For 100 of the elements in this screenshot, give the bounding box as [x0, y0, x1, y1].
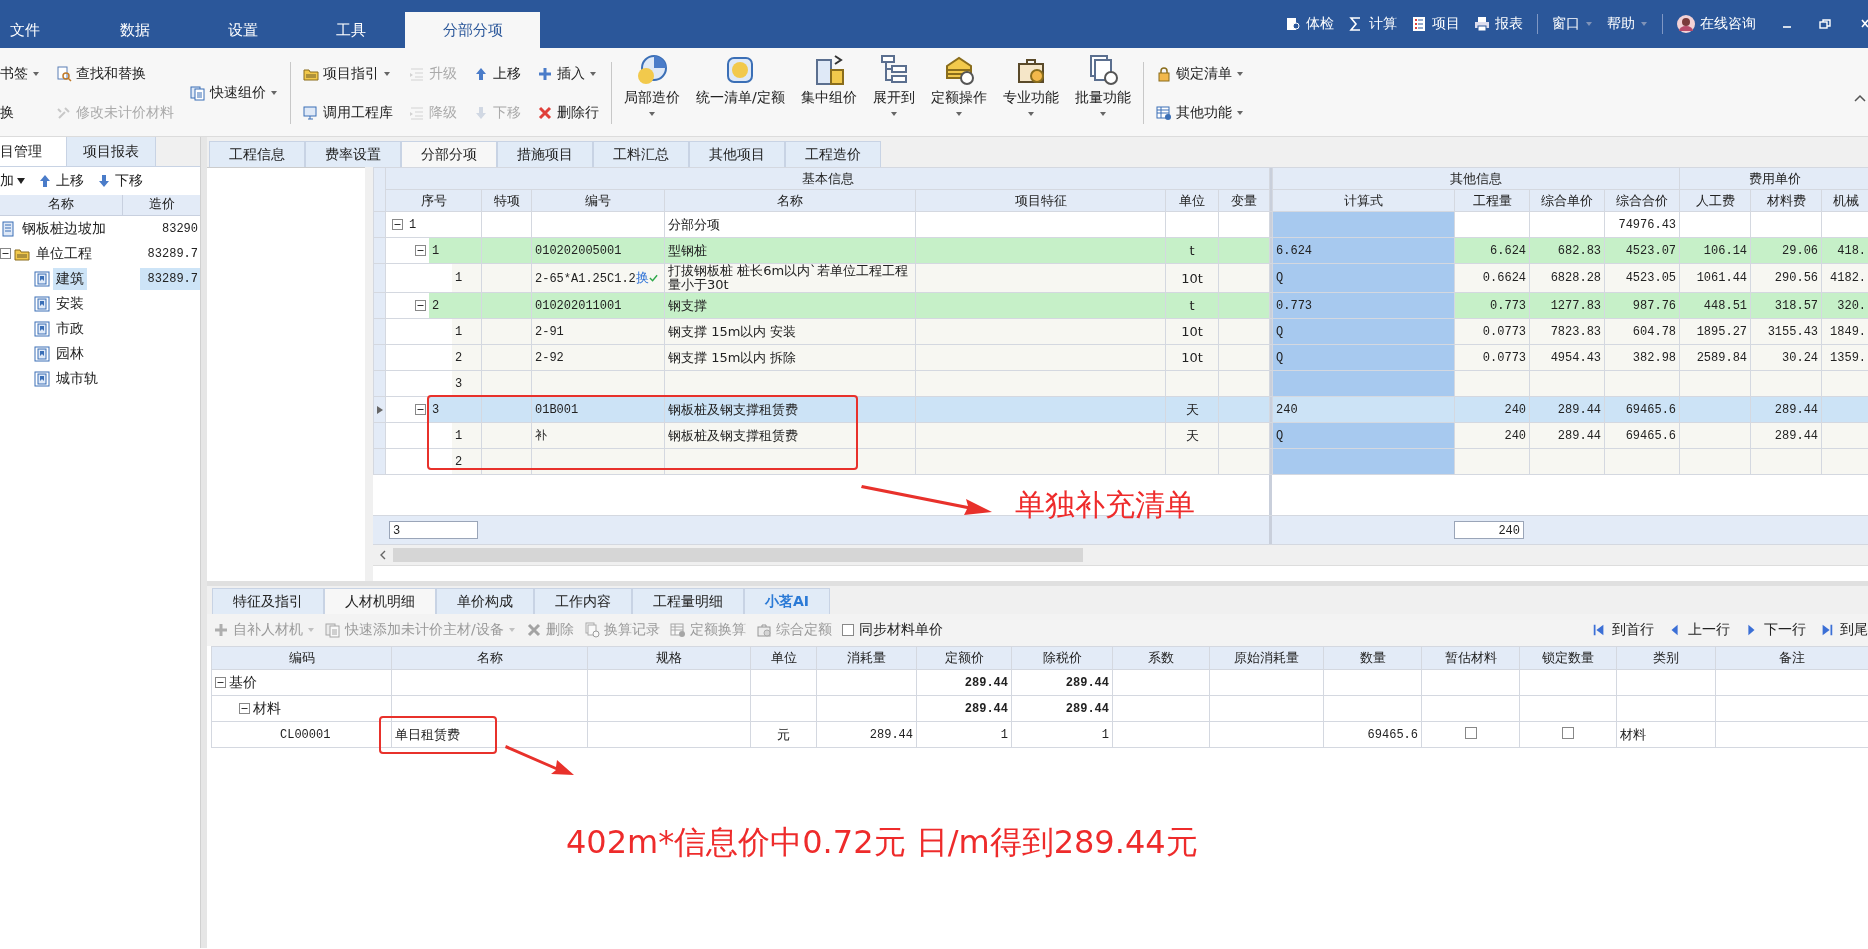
- page-tab[interactable]: 工料汇总: [593, 141, 689, 167]
- ribbon-button[interactable]: 项目指引: [303, 59, 393, 88]
- table-row[interactable]: 3: [373, 370, 1868, 397]
- ribbon-button[interactable]: 锁定清单: [1155, 59, 1244, 88]
- nav-button[interactable]: 下一行: [1744, 621, 1806, 639]
- column-header: 项目特征: [915, 189, 1166, 212]
- toolbar-button[interactable]: 窗口: [1552, 15, 1593, 33]
- table-cell: 1277.83: [1529, 292, 1605, 319]
- ribbon-button[interactable]: 展开到: [864, 54, 923, 132]
- document-icon: [34, 345, 50, 362]
- panel-tab[interactable]: 工程量明细: [632, 588, 744, 614]
- tree-item[interactable]: 市政: [53, 317, 87, 340]
- toolbar-button[interactable]: 报表: [1474, 15, 1523, 33]
- nav-button[interactable]: 到尾: [1820, 621, 1868, 639]
- column-header: 锁定数量: [1519, 646, 1617, 670]
- ribbon-button[interactable]: 换: [0, 98, 40, 127]
- ribbon-button[interactable]: 集中组价: [792, 54, 865, 132]
- checkbox[interactable]: [1464, 727, 1477, 739]
- tree-item[interactable]: 建筑: [53, 267, 87, 290]
- minus-box-icon[interactable]: [415, 404, 426, 415]
- ribbon-button[interactable]: 上移: [473, 59, 521, 88]
- nav-button[interactable]: 到首行: [1592, 621, 1654, 639]
- chevron-up-icon[interactable]: [1854, 94, 1866, 102]
- toolbar-button[interactable]: 体检: [1285, 15, 1334, 33]
- row-number: 1: [429, 238, 481, 263]
- toolbar-button[interactable]: 在线咨询: [1677, 15, 1756, 33]
- minus-box-icon[interactable]: [239, 703, 250, 714]
- menu-tab[interactable]: 分部分项: [405, 12, 540, 48]
- table-row[interactable]: 1 2-91 钢支撑 15m以内 安装 10t Q 0.0773 7823.83 604.78 1895.27 3155.43 1849.: [373, 318, 1868, 345]
- page-tab[interactable]: 费率设置: [305, 141, 401, 167]
- minus-box-icon[interactable]: [0, 248, 11, 259]
- tree-item[interactable]: 园林: [53, 342, 87, 365]
- ribbon-button[interactable]: 查找和替换: [56, 59, 174, 88]
- table-row[interactable]: 1 补 钢板桩及钢支撑租赁费 天 Q 240 289.44 69465.6 289.44: [373, 422, 1868, 449]
- column-header: 定额价: [916, 646, 1012, 670]
- ribbon-button[interactable]: 插入: [537, 59, 599, 88]
- column-header: 系数: [1112, 646, 1210, 670]
- menu-tab[interactable]: 文件: [0, 12, 81, 48]
- ribbon-button[interactable]: 调用工程库: [303, 98, 393, 127]
- toolbar-button[interactable]: 上移: [37, 172, 84, 190]
- ribbon-button[interactable]: 书签: [0, 59, 40, 88]
- ribbon-button[interactable]: 批量功能: [1066, 54, 1139, 132]
- panel-tab[interactable]: 人材机明细: [324, 588, 436, 614]
- table-row[interactable]: 3 01B001 钢板桩及钢支撑租赁费 天 240 240 289.44 69465.6 289.44: [373, 396, 1868, 423]
- toolbar-button[interactable]: 帮助: [1607, 15, 1648, 33]
- table-row[interactable]: 2 2-92 钢支撑 15m以内 拆除 10t Q 0.0773 4954.43 382.98 2589.84 30.24 1359.: [373, 344, 1868, 371]
- column-header: 类别: [1616, 646, 1716, 670]
- delete-icon: [525, 622, 542, 638]
- restore-icon[interactable]: [1818, 17, 1832, 31]
- checkbox[interactable]: [1562, 727, 1574, 739]
- minus-box-icon[interactable]: [215, 677, 226, 688]
- table-row[interactable]: 1 010202005001 型钢桩 t 6.624 6.624 682.83 4523.07 106.14 29.06 418.: [373, 237, 1868, 264]
- ribbon-button[interactable]: 快速组价: [190, 79, 278, 107]
- ribbon-button[interactable]: 定额操作: [922, 54, 995, 132]
- panel-tab[interactable]: 特征及指引: [212, 588, 324, 614]
- conversion-label: 换: [635, 270, 649, 285]
- table-row[interactable]: 1 2-65*A1.25C1.2换 打拔钢板桩 桩长6m以内`若单位工程工程量小于30t 10t Q 0.6624 6828.28 4523.05 1061.44 290.56 4182.: [373, 263, 1868, 293]
- page-tab[interactable]: 其他项目: [689, 141, 785, 167]
- menu-tab[interactable]: 数据: [81, 12, 189, 48]
- checkbox[interactable]: [841, 624, 854, 636]
- menu-tab[interactable]: 设置: [189, 12, 297, 48]
- toolbar-button[interactable]: 项目: [1411, 15, 1460, 33]
- table-cell: 打拔钢板桩 桩长6m以内`若单位工程工程量小于30t: [664, 263, 916, 293]
- arrow-left-icon[interactable]: [379, 550, 387, 560]
- toolbar-button[interactable]: 下移: [96, 172, 143, 190]
- input-field[interactable]: 3: [389, 521, 478, 539]
- scrollbar[interactable]: [373, 545, 1868, 566]
- nav-button[interactable]: 上一行: [1668, 621, 1730, 639]
- indent-icon: [409, 104, 425, 121]
- minus-box-icon[interactable]: [392, 219, 403, 230]
- ribbon-button[interactable]: 专业功能: [994, 54, 1067, 132]
- tree-item[interactable]: 安装: [53, 292, 87, 315]
- ribbon-button[interactable]: 统一清单/定额: [688, 54, 793, 132]
- ribbon-button[interactable]: 局部造价: [616, 54, 688, 132]
- page-tab[interactable]: 工程信息: [209, 141, 305, 167]
- toolbar-button[interactable]: 加: [0, 172, 25, 190]
- panel-tab[interactable]: 工作内容: [534, 588, 632, 614]
- ribbon-button[interactable]: 删除行: [537, 98, 599, 127]
- minus-box-icon[interactable]: [415, 300, 426, 311]
- page-tab[interactable]: 工程造价: [785, 141, 881, 167]
- table-cell: 289.44: [916, 695, 1012, 722]
- page-tab[interactable]: 措施项目: [497, 141, 593, 167]
- panel-tab[interactable]: 项目报表: [67, 137, 156, 166]
- panel-tab[interactable]: 单价构成: [436, 588, 534, 614]
- tree-item[interactable]: 钢板桩边坡加: [19, 217, 109, 240]
- tree-item[interactable]: 城市轨: [53, 367, 101, 390]
- pie-chart-icon: [636, 54, 668, 86]
- panel-tab[interactable]: 小茗AI: [744, 588, 831, 614]
- ribbon-button[interactable]: 其他功能: [1155, 98, 1244, 127]
- table-row[interactable]: 2: [373, 448, 1868, 475]
- menu-tab[interactable]: 工具: [297, 12, 405, 48]
- tree-item[interactable]: 单位工程: [33, 242, 95, 265]
- minus-box-icon[interactable]: [415, 245, 426, 256]
- table-row[interactable]: 1 分部分项 74976.43: [373, 211, 1868, 238]
- page-tab[interactable]: 分部分项: [401, 141, 497, 167]
- table-row[interactable]: 2 010202011001 钢支撑 t 0.773 0.773 1277.83 987.76 448.51 318.57 320.: [373, 292, 1868, 319]
- input-field[interactable]: 240: [1454, 521, 1524, 539]
- toolbar-button[interactable]: 计算: [1348, 15, 1397, 33]
- table-cell: 0.773: [1454, 292, 1530, 319]
- panel-tab[interactable]: 目管理: [0, 137, 67, 166]
